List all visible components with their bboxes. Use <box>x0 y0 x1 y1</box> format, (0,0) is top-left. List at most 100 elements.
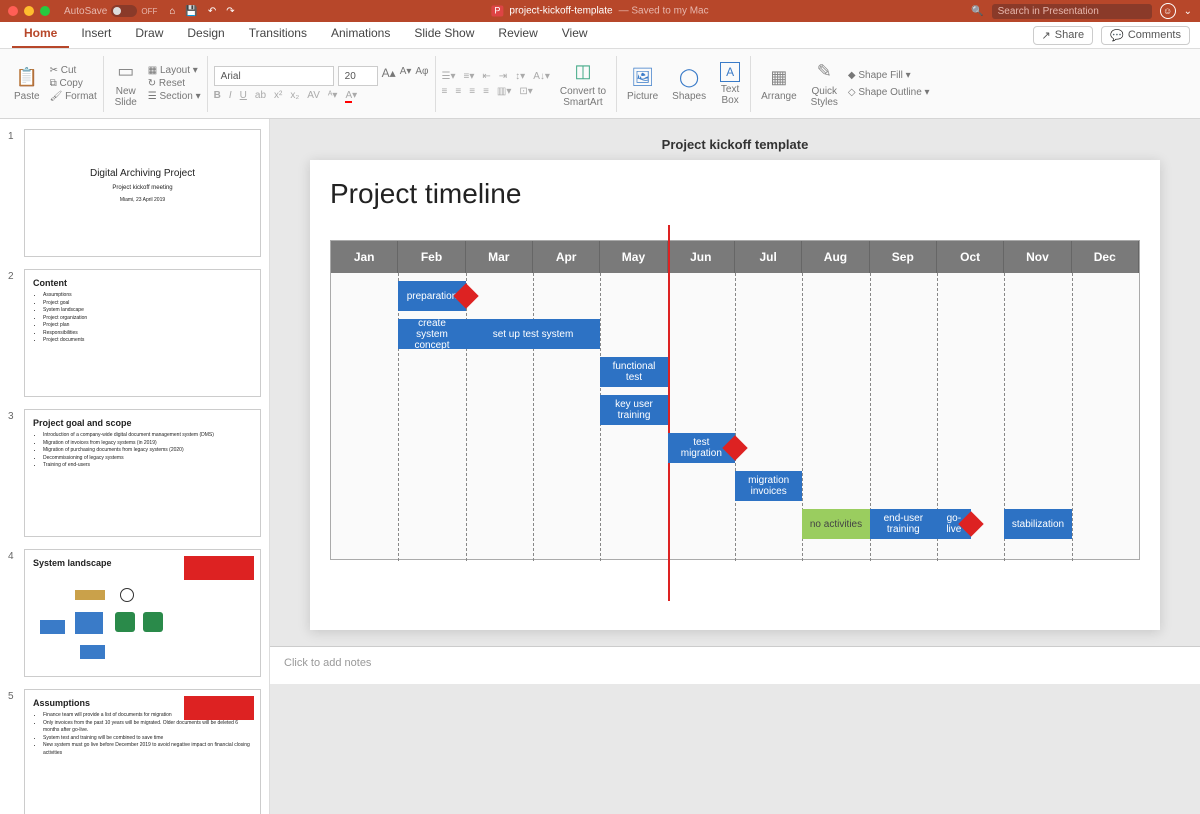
window-minimize[interactable] <box>24 6 34 16</box>
search-input[interactable]: Search in Presentation <box>992 4 1152 19</box>
paste-button[interactable]: 📋Paste <box>10 63 44 104</box>
columns-button[interactable]: ▥▾ <box>497 86 511 97</box>
cut-button[interactable]: ✂ Cut <box>50 65 97 76</box>
gantt-bar[interactable]: stabilization <box>1004 509 1071 539</box>
slide-thumbnail-3[interactable]: Project goal and scopeIntroduction of a … <box>24 409 261 537</box>
tab-draw[interactable]: Draw <box>123 20 175 48</box>
window-maximize[interactable] <box>40 6 50 16</box>
content-area: 1Digital Archiving ProjectProject kickof… <box>0 119 1200 814</box>
slide-editor: Project kickoff template Project timelin… <box>270 119 1200 814</box>
saved-status: — Saved to my Mac <box>619 6 709 17</box>
arrange-button[interactable]: ▦Arrange <box>757 63 801 104</box>
italic-button[interactable]: I <box>229 90 232 101</box>
thumb-number: 1 <box>8 129 18 257</box>
thumbnail-panel[interactable]: 1Digital Archiving ProjectProject kickof… <box>0 119 270 814</box>
layout-button[interactable]: ▦ Layout ▾ <box>148 65 201 76</box>
subscript-button[interactable]: x₂ <box>290 90 299 101</box>
slide-title[interactable]: Project timeline <box>330 178 1140 210</box>
shape-outline-button[interactable]: ◇ Shape Outline ▾ <box>848 87 930 98</box>
share-button[interactable]: ↗Share <box>1033 26 1094 45</box>
home-icon[interactable]: ⌂ <box>169 6 175 17</box>
gantt-bar[interactable]: end-user training <box>870 509 937 539</box>
superscript-button[interactable]: x² <box>274 90 282 101</box>
indent-inc-button[interactable]: ⇥ <box>499 71 507 82</box>
today-line <box>668 225 670 601</box>
line-spacing-button[interactable]: ↕▾ <box>515 71 525 82</box>
slide-deck-title: Project kickoff template <box>662 137 809 152</box>
underline-button[interactable]: U <box>240 90 247 101</box>
gantt-bar[interactable]: functional test <box>600 357 667 387</box>
slide-thumbnail-2[interactable]: ContentAssumptionsProject goalSystem lan… <box>24 269 261 397</box>
convert-smartart-button[interactable]: ◫Convert to SmartArt <box>556 58 610 110</box>
tab-review[interactable]: Review <box>486 20 549 48</box>
notes-pane[interactable]: Click to add notes <box>270 646 1200 684</box>
bold-button[interactable]: B <box>214 90 221 101</box>
more-icon[interactable]: ⌄ <box>1184 6 1192 17</box>
tab-slide-show[interactable]: Slide Show <box>402 20 486 48</box>
format-painter-button[interactable]: 🖌 Format <box>50 91 97 102</box>
text-spacing-button[interactable]: AV <box>307 90 320 101</box>
reset-button[interactable]: ↻ Reset <box>148 78 201 89</box>
tab-insert[interactable]: Insert <box>69 20 123 48</box>
current-slide[interactable]: Project timeline JanFebMarAprMayJunJulAu… <box>310 160 1160 630</box>
align-text-button[interactable]: ⊡▾ <box>519 86 532 97</box>
tab-view[interactable]: View <box>550 20 600 48</box>
numbering-button[interactable]: ≡▾ <box>464 71 475 82</box>
shrink-font-button[interactable]: A▾ <box>400 66 412 86</box>
section-button[interactable]: ☰ Section ▾ <box>148 91 201 102</box>
font-color-button[interactable]: A▾ <box>345 90 357 101</box>
redo-icon[interactable]: ↷ <box>226 6 234 17</box>
autosave-label: AutoSave <box>64 6 107 17</box>
comments-button[interactable]: 💬Comments <box>1101 26 1190 45</box>
tab-animations[interactable]: Animations <box>319 20 402 48</box>
highlight-button[interactable]: ᴬ▾ <box>328 90 338 101</box>
comment-icon: 💬 <box>1110 29 1124 42</box>
slide-thumbnail-4[interactable]: System landscape <box>24 549 261 677</box>
shapes-button[interactable]: ◯Shapes <box>668 63 710 104</box>
indent-dec-button[interactable]: ⇤ <box>482 71 490 82</box>
grow-font-button[interactable]: A▴ <box>382 66 396 86</box>
thumb-number: 4 <box>8 549 18 677</box>
font-size-select[interactable]: 20 <box>338 66 378 86</box>
gantt-bar[interactable]: create system concept <box>398 319 465 349</box>
quick-styles-button[interactable]: ✎Quick Styles <box>807 58 842 110</box>
gantt-bar[interactable]: set up test system <box>466 319 601 349</box>
undo-icon[interactable]: ↶ <box>208 6 216 17</box>
month-header: Jan <box>331 241 398 273</box>
user-icon[interactable]: ☺ <box>1160 3 1176 19</box>
strike-button[interactable]: ab <box>255 90 266 101</box>
new-slide-button[interactable]: ▭New Slide <box>110 58 142 110</box>
ribbon-tabs: HomeInsertDrawDesignTransitionsAnimation… <box>0 22 1200 49</box>
month-header: Dec <box>1072 241 1139 273</box>
align-center-button[interactable]: ≡ <box>455 86 461 97</box>
window-close[interactable] <box>8 6 18 16</box>
textbox-button[interactable]: AText Box <box>716 60 744 108</box>
justify-button[interactable]: ≡ <box>483 86 489 97</box>
clear-format-button[interactable]: Aφ <box>415 66 428 86</box>
month-header: Oct <box>937 241 1004 273</box>
tab-transitions[interactable]: Transitions <box>237 20 319 48</box>
align-right-button[interactable]: ≡ <box>469 86 475 97</box>
slide-thumbnail-5[interactable]: AssumptionsFinance team will provide a l… <box>24 689 261 814</box>
picture-button[interactable]: 🖼Picture <box>623 63 662 104</box>
slide-thumbnail-1[interactable]: Digital Archiving ProjectProject kickoff… <box>24 129 261 257</box>
gantt-bar[interactable]: key user training <box>600 395 667 425</box>
font-name-select[interactable]: Arial <box>214 66 334 86</box>
align-left-button[interactable]: ≡ <box>442 86 448 97</box>
autosave-toggle[interactable]: AutoSave OFF <box>64 5 157 17</box>
text-direction-button[interactable]: A↓▾ <box>533 71 550 82</box>
month-header: Jun <box>668 241 735 273</box>
bullets-button[interactable]: ☰▾ <box>442 71 456 82</box>
month-header: Jul <box>735 241 802 273</box>
search-icon[interactable]: 🔍 <box>971 6 983 17</box>
copy-button[interactable]: ⧉ Copy <box>50 78 97 89</box>
thumb-number: 2 <box>8 269 18 397</box>
save-icon[interactable]: 💾 <box>185 6 197 17</box>
tab-design[interactable]: Design <box>175 20 236 48</box>
gantt-chart[interactable]: JanFebMarAprMayJunJulAugSepOctNovDec pre… <box>330 240 1140 560</box>
gantt-bar[interactable]: no activities <box>802 509 869 539</box>
gantt-bar[interactable]: migration invoices <box>735 471 802 501</box>
shape-fill-button[interactable]: ◆ Shape Fill ▾ <box>848 70 930 81</box>
tab-home[interactable]: Home <box>12 20 69 48</box>
month-header: Sep <box>870 241 937 273</box>
